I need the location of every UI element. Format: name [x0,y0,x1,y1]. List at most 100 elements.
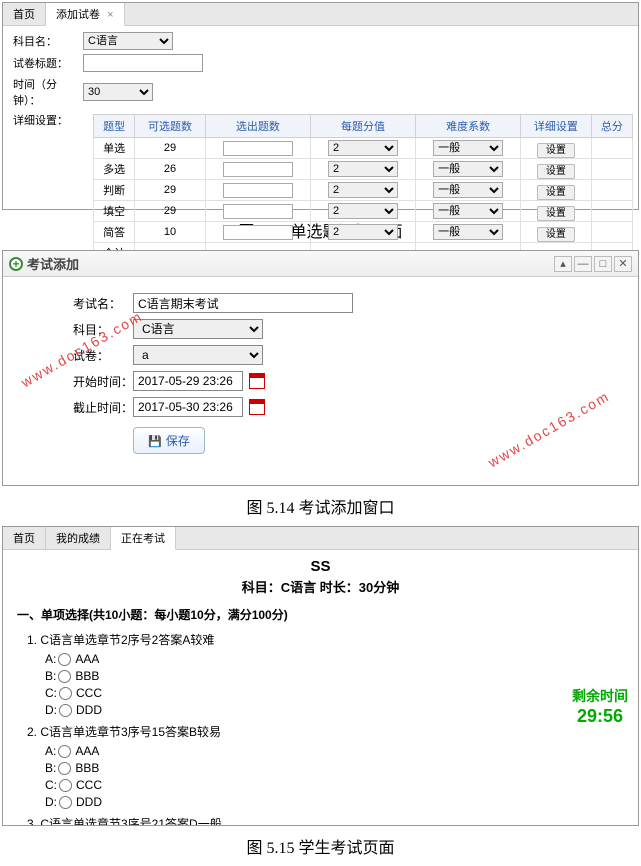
tab-add-paper[interactable]: 添加试卷 × [46,3,125,26]
option: B: BBB [45,669,624,683]
question: 3. C语言单选章节3序号21答案D一般 [27,815,624,826]
difficulty-select[interactable]: 一般 [433,140,503,156]
countdown-timer: 剩余时间 29:56 [572,686,628,727]
calendar-icon[interactable] [249,399,265,415]
exam-form: 考试名： 科目：C语言 试卷：a 开始时间： 截止时间： 保存 [3,277,638,454]
question: 1. C语言单选章节2序号2答案A较难 [27,631,624,648]
subject-label: 科目名： [13,33,83,49]
section-title: 一、单项选择(共10小题：每小题10分，满分100分) [17,606,624,623]
exam-body: 一、单项选择(共10小题：每小题10分，满分100分) 1. C语言单选章节2序… [3,596,638,826]
title-input[interactable] [83,54,203,72]
subject-label: 科目： [73,321,133,338]
option-radio[interactable] [59,779,72,792]
score-select[interactable]: 2 [328,203,398,219]
option-radio[interactable] [58,745,71,758]
plus-icon: + [9,257,23,271]
table-row: 多选26 2 一般 设置 [94,159,633,180]
avail-cell: 10 [135,222,206,243]
exam-name-input[interactable] [133,293,353,313]
column-header: 难度系数 [416,115,521,138]
table-row: 单选29 2 一般 设置 [94,138,633,159]
time-label: 时间（分钟）： [13,76,83,108]
paper-label: 试卷： [73,347,133,364]
option: A: AAA [45,652,624,666]
time-select[interactable]: 30 [83,83,153,101]
pin-icon[interactable]: ▴ [554,256,572,272]
figure-caption-3: 图 5.15 学生考试页面 [0,834,641,858]
option: D: DDD [45,703,624,717]
timer-label: 剩余时间 [572,686,628,706]
pick-input[interactable] [223,204,293,219]
detail-set-button[interactable]: 设置 [537,227,575,242]
end-input[interactable] [133,397,243,417]
column-header: 题型 [94,115,135,138]
detail-set-button[interactable]: 设置 [537,143,575,158]
tab-my-grades[interactable]: 我的成绩 [46,527,111,549]
save-button[interactable]: 保存 [133,427,205,454]
pick-input[interactable] [223,183,293,198]
column-header: 详细设置 [521,115,592,138]
type-cell: 单选 [94,138,135,159]
minimize-icon[interactable]: — [574,256,592,272]
avail-cell: 29 [135,180,206,201]
title-label: 试卷标题： [13,55,83,71]
type-cell: 多选 [94,159,135,180]
close-icon[interactable]: ✕ [614,256,632,272]
pick-input[interactable] [223,141,293,156]
difficulty-select[interactable]: 一般 [433,161,503,177]
option-radio[interactable] [59,796,72,809]
calendar-icon[interactable] [249,373,265,389]
score-select[interactable]: 2 [328,182,398,198]
paper-select[interactable]: a [133,345,263,365]
tab-home[interactable]: 首页 [3,3,46,25]
window-title: 考试添加 [27,254,79,273]
option-radio[interactable] [58,762,71,775]
detail-set-button[interactable]: 设置 [537,206,575,221]
tab-current-exam[interactable]: 正在考试 [111,527,176,550]
close-icon[interactable]: × [107,9,113,21]
type-cell: 简答 [94,222,135,243]
tab-home[interactable]: 首页 [3,527,46,549]
figure-caption-2: 图 5.14 考试添加窗口 [0,494,641,518]
score-select[interactable]: 2 [328,224,398,240]
total-cell [591,180,632,201]
pick-input[interactable] [223,225,293,240]
start-input[interactable] [133,371,243,391]
option-radio[interactable] [58,653,71,666]
difficulty-select[interactable]: 一般 [433,182,503,198]
pick-input[interactable] [223,162,293,177]
exam-take-panel: 首页 我的成绩 正在考试 SS 科目：C语言 时长：30分钟 一、单项选择(共1… [2,526,639,826]
detail-set-button[interactable]: 设置 [537,185,575,200]
tab-bar: 首页 添加试卷 × [3,3,638,26]
option-radio[interactable] [59,704,72,717]
exam-title: SS [3,558,638,575]
column-header: 选出题数 [205,115,310,138]
score-select[interactable]: 2 [328,140,398,156]
total-cell [591,138,632,159]
difficulty-select[interactable]: 一般 [433,203,503,219]
score-select[interactable]: 2 [328,161,398,177]
option-radio[interactable] [58,670,71,683]
type-cell: 判断 [94,180,135,201]
difficulty-select[interactable]: 一般 [433,224,503,240]
table-row: 判断29 2 一般 设置 [94,180,633,201]
option-radio[interactable] [59,687,72,700]
detail-set-button[interactable]: 设置 [537,164,575,179]
option: C: CCC [45,778,624,792]
subject-select[interactable]: C语言 [133,319,263,339]
tab-label: 添加试卷 [56,9,100,21]
window-titlebar: + 考试添加 ▴ — □ ✕ [3,251,638,277]
subject-select[interactable]: C语言 [83,32,173,50]
exam-name-label: 考试名： [73,295,133,312]
total-cell [591,201,632,222]
detail-label: 详细设置： [13,112,83,128]
option: A: AAA [45,744,624,758]
column-header: 总分 [591,115,632,138]
maximize-icon[interactable]: □ [594,256,612,272]
avail-cell: 26 [135,159,206,180]
total-cell [591,159,632,180]
option: C: CCC [45,686,624,700]
avail-cell: 29 [135,138,206,159]
save-icon [148,434,162,448]
add-paper-panel: 首页 添加试卷 × 科目名： C语言 试卷标题： 时间（分钟）： 30 详细设置… [2,2,639,210]
